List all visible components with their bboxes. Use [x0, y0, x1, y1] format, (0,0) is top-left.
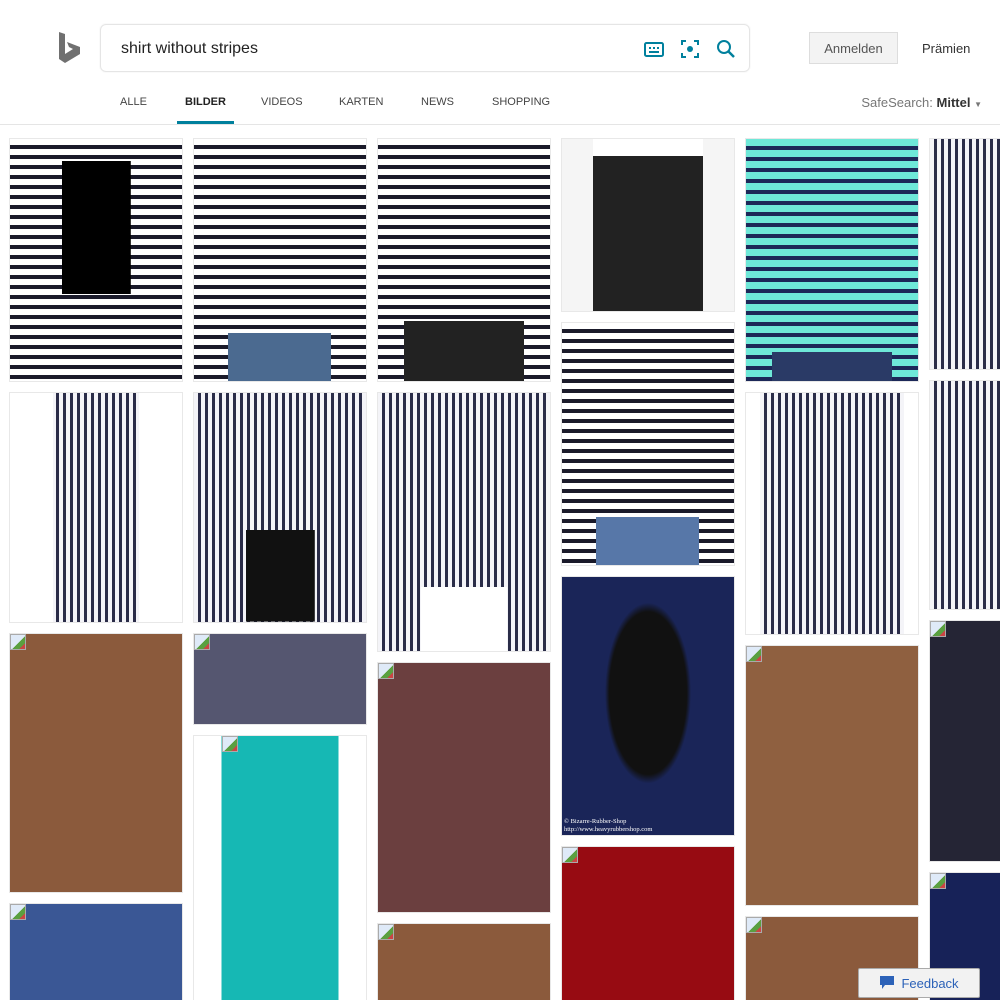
- tab-videos[interactable]: VIDEOS: [261, 96, 303, 124]
- search-input[interactable]: [121, 37, 621, 61]
- image-result[interactable]: [378, 393, 550, 651]
- image-result[interactable]: [746, 139, 918, 381]
- chevron-down-icon: ▼: [974, 100, 982, 109]
- broken-image-icon: [746, 917, 762, 933]
- safesearch-label: SafeSearch:: [861, 95, 933, 110]
- image-result[interactable]: [194, 736, 366, 1000]
- tab-bilder[interactable]: BILDER: [177, 96, 234, 124]
- feedback-button[interactable]: Feedback: [858, 968, 980, 998]
- keyboard-icon[interactable]: [643, 38, 665, 60]
- bing-logo[interactable]: [58, 32, 82, 64]
- broken-image-icon: [10, 904, 26, 920]
- image-result[interactable]: [10, 904, 182, 1000]
- broken-image-icon: [10, 634, 26, 650]
- rewards-link[interactable]: Prämien: [922, 41, 970, 56]
- safesearch-dropdown[interactable]: SafeSearch: Mittel ▼: [861, 95, 982, 110]
- image-result[interactable]: [746, 646, 918, 905]
- search-icon[interactable]: [715, 38, 737, 60]
- image-result[interactable]: [10, 393, 182, 622]
- broken-image-icon: [746, 646, 762, 662]
- broken-image-icon: [930, 621, 946, 637]
- image-result[interactable]: [194, 139, 366, 381]
- chat-icon: [879, 974, 895, 993]
- tab-karten[interactable]: KARTEN: [339, 96, 383, 124]
- watermark-url: http://www.heavyrubbershop.com: [564, 826, 653, 833]
- tab-shopping[interactable]: SHOPPING: [492, 96, 550, 124]
- broken-image-icon: [562, 847, 578, 863]
- nav-tabs: ALLE BILDER VIDEOS KARTEN NEWS SHOPPING …: [0, 88, 1000, 125]
- watermark-line: © Bizarre-Rubber-Shop: [564, 818, 627, 825]
- feedback-label: Feedback: [901, 975, 959, 991]
- image-result[interactable]: [378, 663, 550, 912]
- image-result[interactable]: © Bizarre-Rubber-Shop http://www.heavyrub…: [562, 577, 734, 835]
- image-result[interactable]: [930, 621, 1000, 861]
- image-result[interactable]: [10, 139, 182, 381]
- image-result[interactable]: [746, 393, 918, 634]
- safesearch-value: Mittel: [936, 95, 971, 110]
- broken-image-icon: [194, 634, 210, 650]
- broken-image-icon: [222, 736, 238, 752]
- image-result[interactable]: [378, 924, 550, 1000]
- image-result[interactable]: [194, 634, 366, 724]
- image-result[interactable]: [194, 393, 366, 622]
- broken-image-icon: [378, 663, 394, 679]
- image-result[interactable]: [562, 139, 734, 311]
- broken-image-icon: [378, 924, 394, 940]
- visual-search-icon[interactable]: [679, 38, 701, 60]
- tab-alle[interactable]: ALLE: [120, 96, 147, 124]
- broken-image-icon: [930, 873, 946, 889]
- image-result[interactable]: [378, 139, 550, 381]
- tab-news[interactable]: NEWS: [421, 96, 454, 124]
- image-watermark: © Bizarre-Rubber-Shop http://www.heavyrub…: [564, 818, 652, 834]
- signin-button[interactable]: Anmelden: [809, 32, 898, 64]
- image-result[interactable]: [562, 847, 734, 1000]
- search-box: [100, 24, 750, 72]
- image-result[interactable]: [562, 323, 734, 565]
- image-result[interactable]: [10, 634, 182, 892]
- image-result[interactable]: [930, 381, 1000, 609]
- image-result[interactable]: [930, 139, 1000, 369]
